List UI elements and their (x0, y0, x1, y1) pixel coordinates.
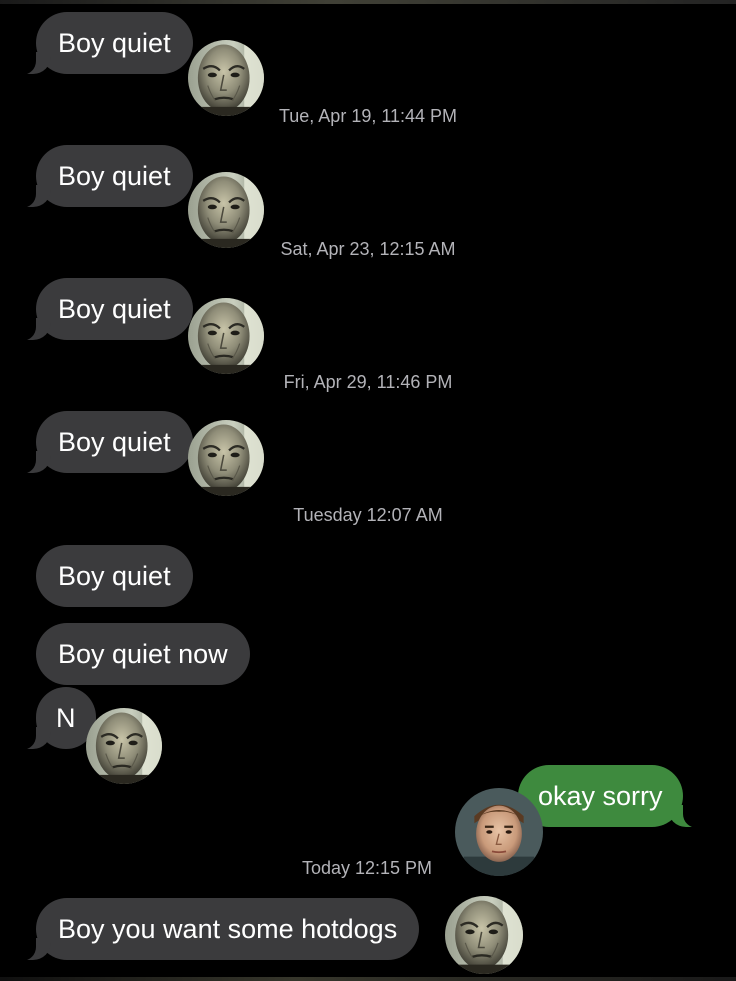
pale-bald-man-avatar-icon[interactable] (86, 708, 162, 784)
pale-bald-man-avatar-icon[interactable] (188, 40, 264, 116)
incoming-message-bubble[interactable]: Boy quiet now (36, 623, 250, 685)
message-text: Boy quiet (58, 294, 171, 324)
message-thread: Boy quiet Tue, Apr 19, 11:44 PM Boy quie… (0, 0, 736, 981)
pale-bald-man-avatar-icon[interactable] (188, 298, 264, 374)
message-text: Boy quiet now (58, 639, 228, 669)
incoming-message-bubble[interactable]: Boy quiet (14, 145, 193, 208)
pale-bald-man-avatar-icon[interactable] (445, 896, 523, 974)
message-text: Boy you want some hotdogs (58, 914, 398, 944)
incoming-message-bubble[interactable]: Boy quiet (14, 278, 193, 341)
message-text: Boy quiet (58, 28, 171, 58)
incoming-message-bubble[interactable]: Boy quiet (14, 12, 193, 75)
young-man-avatar-icon[interactable] (455, 788, 543, 876)
pale-bald-man-avatar-icon[interactable] (188, 420, 264, 496)
message-text: Boy quiet (58, 561, 171, 591)
outgoing-message-bubble[interactable]: okay sorry (518, 765, 705, 828)
timestamp: Sat, Apr 23, 12:15 AM (280, 239, 456, 259)
incoming-message-bubble[interactable]: Boy you want some hotdogs (13, 898, 420, 961)
incoming-message-bubble[interactable]: Boy quiet (14, 411, 193, 474)
message-text: N (56, 703, 76, 733)
timestamp: Tuesday 12:07 AM (293, 505, 443, 525)
screen-bottom-edge (0, 977, 736, 981)
timestamp: Today 12:15 PM (301, 858, 433, 878)
incoming-message-bubble[interactable]: Boy quiet (36, 545, 193, 607)
screen-top-edge (0, 0, 736, 4)
message-text: okay sorry (538, 781, 663, 811)
timestamp: Fri, Apr 29, 11:46 PM (283, 372, 453, 392)
message-text: Boy quiet (58, 427, 171, 457)
pale-bald-man-avatar-icon[interactable] (188, 172, 264, 248)
timestamp: Tue, Apr 19, 11:44 PM (278, 106, 458, 126)
message-text: Boy quiet (58, 161, 171, 191)
